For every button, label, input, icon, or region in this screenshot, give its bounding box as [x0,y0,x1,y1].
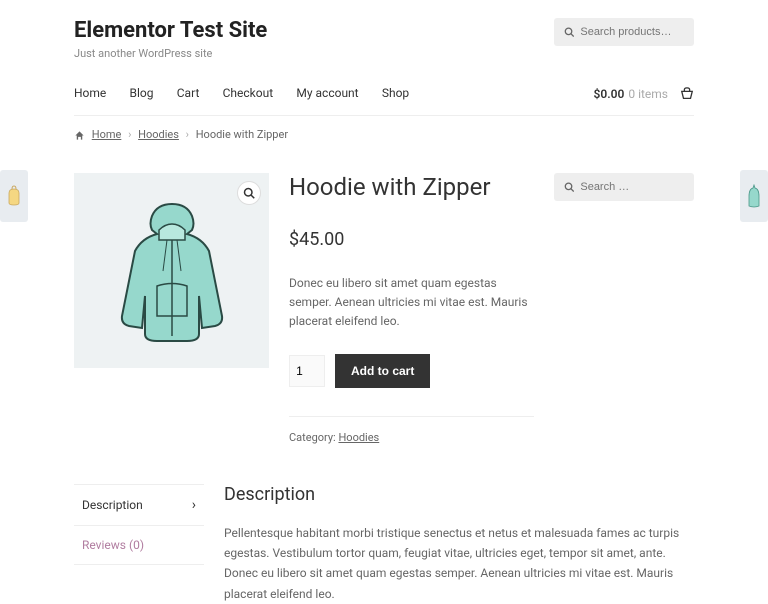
product-search-input[interactable] [580,26,684,38]
search-icon [564,181,574,193]
nav-home[interactable]: Home [74,86,106,100]
short-description: Donec eu libero sit amet quam egestas se… [289,274,534,332]
breadcrumb-sep: › [186,128,189,141]
tab-reviews[interactable]: Reviews (0) [74,526,204,565]
breadcrumb-current: Hoodie with Zipper [196,128,288,141]
cart-count: 0 items [628,87,668,101]
category-link[interactable]: Hoodies [338,431,379,444]
add-to-cart-button[interactable]: Add to cart [335,354,430,388]
product-search[interactable] [554,18,694,46]
product-gallery [74,173,269,368]
product-meta: Category: Hoodies [289,431,534,444]
site-title[interactable]: Elementor Test Site [74,18,267,43]
breadcrumb-sep: › [128,128,131,141]
tab-description-label: Description [82,498,143,512]
sidebar-search[interactable] [554,173,694,201]
product-price: $45.00 [289,229,534,250]
sidebar [554,173,694,444]
home-icon [74,130,85,141]
nav-shop[interactable]: Shop [382,86,409,100]
mini-cart[interactable]: $0.00 0 items [594,87,695,101]
nav-cart[interactable]: Cart [177,86,200,100]
add-to-cart-form: Add to cart [289,354,534,417]
next-product-chip[interactable] [740,170,768,222]
nav-account[interactable]: My account [296,86,358,100]
description-heading: Description [224,484,694,505]
nav-checkout[interactable]: Checkout [223,86,274,100]
product-summary: Hoodie with Zipper $45.00 Donec eu liber… [289,173,534,444]
magnify-icon [243,187,255,199]
breadcrumb-home[interactable]: Home [92,128,122,141]
product-image[interactable] [107,196,237,346]
quantity-input[interactable] [289,355,325,387]
tab-panel-description: Description Pellentesque habitant morbi … [224,484,694,604]
nav-blog[interactable]: Blog [130,86,154,100]
product-tabs: Description › Reviews (0) [74,484,204,604]
prev-product-chip[interactable] [0,170,28,222]
zoom-button[interactable] [237,181,261,205]
breadcrumb-category[interactable]: Hoodies [138,128,179,141]
tab-reviews-label: Reviews (0) [82,538,144,552]
search-icon [564,26,574,38]
primary-nav: Home Blog Cart Checkout My account Shop [74,86,429,101]
cart-total: $0.00 [594,87,625,101]
description-body: Pellentesque habitant morbi tristique se… [224,523,694,604]
breadcrumb: Home › Hoodies › Hoodie with Zipper [74,116,694,153]
sidebar-search-input[interactable] [580,181,684,193]
category-label: Category: [289,431,338,444]
basket-icon [680,87,694,101]
tab-description[interactable]: Description › [74,485,204,526]
site-tagline: Just another WordPress site [74,47,267,60]
chevron-right-icon: › [192,497,196,513]
product-title: Hoodie with Zipper [289,173,534,201]
